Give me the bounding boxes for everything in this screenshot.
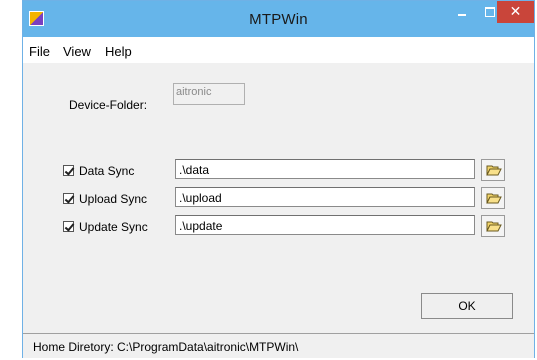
close-button[interactable]: ✕ (497, 1, 534, 23)
upload-sync-label: Upload Sync (79, 192, 148, 206)
data-sync-checkbox[interactable] (63, 165, 75, 176)
menu-file[interactable]: File (29, 44, 50, 59)
checkmark-icon (64, 165, 75, 176)
update-sync-path-input[interactable] (175, 215, 475, 235)
data-sync-browse-button[interactable] (481, 159, 505, 181)
update-sync-label: Update Sync (79, 220, 148, 234)
menu-bar: File View Help (23, 37, 534, 63)
data-sync-path-input[interactable] (175, 159, 475, 179)
data-sync-label: Data Sync (79, 164, 135, 178)
data-sync-row: Data Sync (23, 159, 534, 183)
upload-sync-row: Upload Sync (23, 187, 534, 211)
upload-sync-path-input[interactable] (175, 187, 475, 207)
folder-open-icon (486, 165, 502, 176)
folder-open-icon (486, 221, 502, 232)
home-directory-status: Home Diretory: C:\ProgramData\aitronic\M… (33, 340, 299, 354)
upload-sync-browse-button[interactable] (481, 187, 505, 209)
device-folder-label: Device-Folder: (69, 98, 148, 112)
mtpwin-window: MTPWin ✕ File View Help Device-Folder: a… (22, 0, 535, 358)
status-bar: Home Diretory: C:\ProgramData\aitronic\M… (23, 333, 534, 358)
menu-help[interactable]: Help (105, 44, 132, 59)
ok-button[interactable]: OK (421, 293, 513, 319)
title-bar[interactable]: MTPWin ✕ (23, 1, 534, 37)
update-sync-checkbox[interactable] (63, 221, 75, 232)
upload-sync-checkbox[interactable] (63, 193, 75, 204)
update-sync-row: Update Sync (23, 215, 534, 239)
update-sync-browse-button[interactable] (481, 215, 505, 237)
folder-open-icon (486, 193, 502, 204)
device-folder-field: aitronic (173, 83, 245, 105)
menu-view[interactable]: View (63, 44, 91, 59)
checkmark-icon (64, 221, 75, 232)
checkmark-icon (64, 193, 75, 204)
minimize-button[interactable] (449, 1, 475, 25)
